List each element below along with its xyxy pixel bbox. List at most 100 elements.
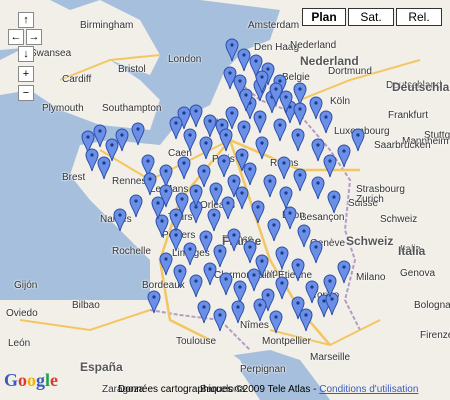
city-label: Montpellier <box>262 336 311 347</box>
pan-down-button[interactable]: ↓ <box>18 46 34 62</box>
map-pin-icon[interactable] <box>219 272 233 296</box>
city-label: Frankfurt <box>388 110 429 121</box>
map-pin-icon[interactable] <box>337 260 351 284</box>
city-label: Cardiff <box>62 74 92 85</box>
map-pin-icon[interactable] <box>239 88 253 112</box>
map-pin-icon[interactable] <box>207 208 221 232</box>
map-pin-icon[interactable] <box>147 290 161 314</box>
map-pin-icon[interactable] <box>269 310 283 334</box>
map-pin-icon[interactable] <box>221 196 235 220</box>
map-pin-icon[interactable] <box>129 194 143 218</box>
city-label: Amsterdam <box>248 20 300 31</box>
country-label: Nederland <box>300 54 359 68</box>
city-label: Köln <box>330 96 351 107</box>
map-pin-icon[interactable] <box>203 262 217 286</box>
map-canvas[interactable]: Amsterdam Den Haag Birmingham Swansea Cardif… <box>0 0 450 400</box>
country-label: España <box>80 360 123 374</box>
map-pin-icon[interactable] <box>327 190 341 214</box>
map-pin-icon[interactable] <box>189 104 203 128</box>
map-pin-icon[interactable] <box>199 136 213 160</box>
country-label: Schweiz <box>346 234 394 248</box>
map-pin-icon[interactable] <box>113 208 127 232</box>
map-pin-icon[interactable] <box>293 168 307 192</box>
map-pin-icon[interactable] <box>143 172 157 196</box>
map-pin-icon[interactable] <box>253 298 267 322</box>
map-pin-icon[interactable] <box>277 156 291 180</box>
city-label: London <box>168 54 202 65</box>
map-pin-icon[interactable] <box>309 240 323 264</box>
map-pin-icon[interactable] <box>183 242 197 266</box>
map-pin-icon[interactable] <box>243 162 257 186</box>
map-pin-icon[interactable] <box>247 268 261 292</box>
map-pin-icon[interactable] <box>189 184 203 208</box>
city-label: Birmingham <box>80 20 134 31</box>
map-pin-icon[interactable] <box>255 70 269 94</box>
map-pin-icon[interactable] <box>209 182 223 206</box>
map-pin-icon[interactable] <box>291 258 305 282</box>
map-pin-icon[interactable] <box>275 276 289 300</box>
city-label: Milano <box>356 272 386 283</box>
city-label: Perpignan <box>240 364 286 375</box>
map-pin-icon[interactable] <box>159 252 173 276</box>
terms-link[interactable]: Conditions d'utilisation <box>319 384 418 395</box>
map-pin-icon[interactable] <box>323 274 337 298</box>
map-pin-icon[interactable] <box>279 186 293 210</box>
map-pin-icon[interactable] <box>169 208 183 232</box>
map-pin-icon[interactable] <box>275 246 289 270</box>
map-type-satellite-button[interactable]: Sat. <box>348 8 394 26</box>
map-pin-icon[interactable] <box>199 230 213 254</box>
map-pin-icon[interactable] <box>351 128 365 152</box>
city-label: Schweiz <box>380 214 418 225</box>
zoom-out-button[interactable]: − <box>18 85 34 101</box>
map-pin-icon[interactable] <box>183 128 197 152</box>
map-pin-icon[interactable] <box>197 300 211 324</box>
map-pin-icon[interactable] <box>267 218 281 242</box>
zoom-in-button[interactable]: + <box>18 66 34 82</box>
google-logo: Google <box>4 370 59 390</box>
map-pin-icon[interactable] <box>115 128 129 152</box>
map-pin-icon[interactable] <box>131 122 145 146</box>
map-pin-icon[interactable] <box>151 196 165 220</box>
map-type-relief-button[interactable]: Rel. <box>396 8 442 26</box>
pan-right-button[interactable]: → <box>26 29 42 45</box>
country-label: Italia <box>398 244 426 258</box>
map-pin-icon[interactable] <box>177 156 191 180</box>
map-pin-icon[interactable] <box>279 90 293 114</box>
map-pin-icon[interactable] <box>253 110 267 134</box>
map-pin-icon[interactable] <box>311 176 325 200</box>
map-pin-icon[interactable] <box>251 200 265 224</box>
city-label: Brest <box>62 172 86 183</box>
map-pin-icon[interactable] <box>219 128 233 152</box>
city-label: Marseille <box>310 352 351 363</box>
map-pin-icon[interactable] <box>273 118 287 142</box>
map-pin-icon[interactable] <box>323 154 337 178</box>
map-pin-icon[interactable] <box>255 136 269 160</box>
map-pin-icon[interactable] <box>227 228 241 252</box>
pan-left-button[interactable]: ← <box>8 29 24 45</box>
attribution: Données cartographiques ©2009 Tele Atlas… <box>118 384 418 395</box>
map-pin-icon[interactable] <box>299 308 313 332</box>
city-label: Bologna <box>414 300 450 311</box>
map-pin-icon[interactable] <box>169 116 183 140</box>
pan-up-button[interactable]: ↑ <box>18 12 34 28</box>
map-pin-icon[interactable] <box>227 174 241 198</box>
map-pin-icon[interactable] <box>97 156 111 180</box>
map-pin-icon[interactable] <box>203 114 217 138</box>
city-label: Saarbrücken <box>374 140 431 151</box>
map-pin-icon[interactable] <box>223 66 237 90</box>
city-label: Plymouth <box>42 103 84 114</box>
map-pin-icon[interactable] <box>213 308 227 332</box>
map-pin-icon[interactable] <box>173 264 187 288</box>
map-pin-icon[interactable] <box>237 120 251 144</box>
city-label: Genova <box>400 268 436 279</box>
map-pin-icon[interactable] <box>337 144 351 168</box>
map-pin-icon[interactable] <box>189 274 203 298</box>
map-pin-icon[interactable] <box>293 102 307 126</box>
city-label: Toulouse <box>176 336 217 347</box>
map-pin-icon[interactable] <box>291 128 305 152</box>
map-pin-icon[interactable] <box>231 300 245 324</box>
map-type-plan-button[interactable]: Plan <box>302 8 346 26</box>
map-pin-icon[interactable] <box>319 110 333 134</box>
map-pin-icon[interactable] <box>263 174 277 198</box>
city-label: Zurich <box>356 194 384 205</box>
